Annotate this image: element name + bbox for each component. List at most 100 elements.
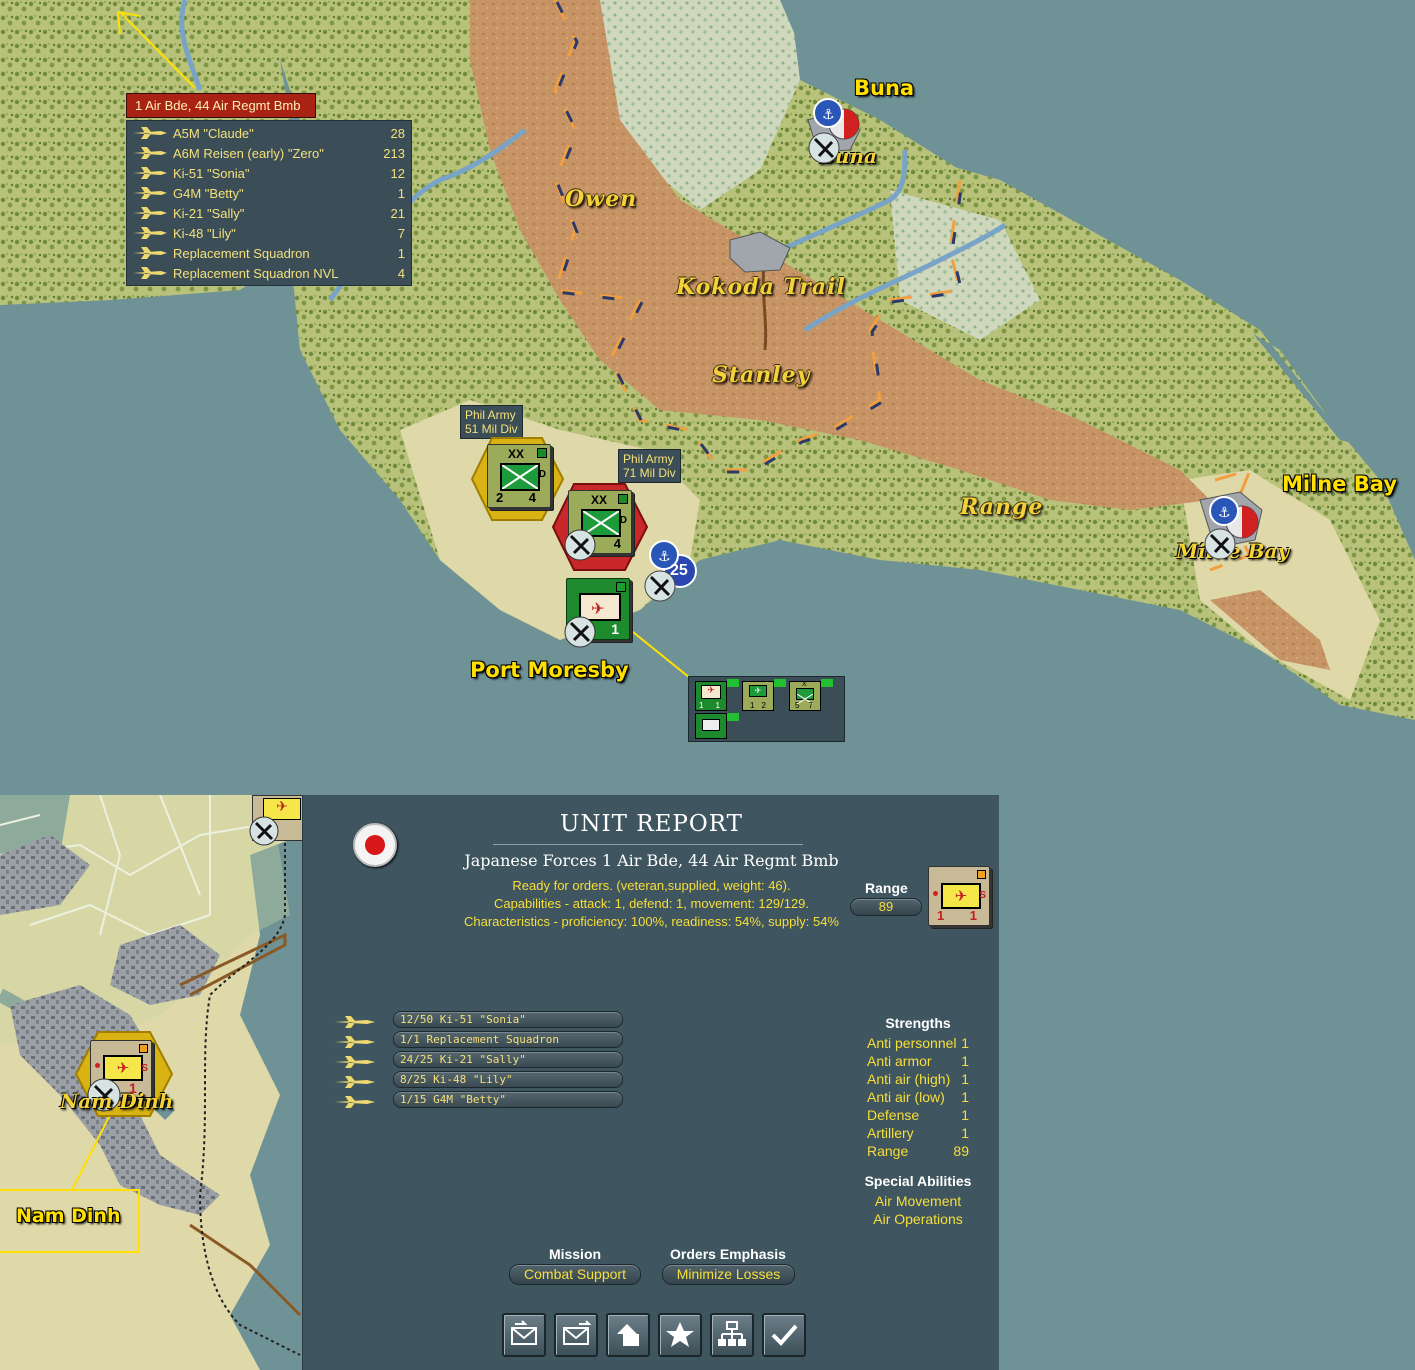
air-popup-row: G4M "Betty" 1 [131, 183, 405, 203]
status-flag [537, 448, 547, 458]
squadron-row[interactable]: 1/15 G4M "Betty" [333, 1090, 623, 1108]
air-popup-row: A5M "Claude" 28 [131, 123, 405, 143]
strength-row: Anti armor 1 [867, 1053, 969, 1071]
range-value: 89 [850, 898, 922, 916]
airfield-icon [563, 615, 597, 649]
milne-bay-base-marker[interactable]: ⚓ [1200, 492, 1266, 562]
empty-area [999, 795, 1415, 1370]
stack-unit-3[interactable]: X 5 7 [789, 681, 821, 711]
terrain-label-stanley: Stanley [712, 362, 811, 388]
stack-popup[interactable]: ✈ 1 1 ✈ 1 2 X 5 7 [688, 676, 845, 742]
air-icon: ✈ [749, 685, 767, 697]
air-value: 1 [611, 621, 619, 637]
unit-tag-phil-51: Phil Army 51 Mil Div [460, 405, 523, 439]
stack-unit-4[interactable] [695, 713, 727, 739]
orders-emphasis-label: Orders Emphasis [670, 1246, 786, 1262]
port-number: 25 [670, 562, 688, 579]
aircraft-name: Replacement Squadron NVL [173, 265, 339, 281]
aircraft-name: Replacement Squadron [173, 245, 310, 261]
unit-shape-icon [617, 1324, 639, 1346]
supply-dot [95, 1063, 100, 1068]
nam-dinh-label-box[interactable]: Nam Dinh [0, 1189, 140, 1253]
aircraft-name: Ki-48 "Lily" [173, 225, 236, 241]
aircraft-count: 21 [390, 205, 405, 221]
mission-dropdown[interactable]: Combat Support [509, 1264, 641, 1285]
squadron-row[interactable]: 24/25 Ki-21 "Sally" [333, 1050, 623, 1068]
mail-out-icon [511, 1320, 537, 1345]
unit-size: XX [508, 447, 525, 461]
star-button[interactable] [658, 1313, 702, 1357]
plane-icon [131, 167, 169, 179]
report-characteristics: Characteristics - proficiency: 100%, rea… [463, 914, 839, 929]
plane-icon [333, 1013, 377, 1028]
report-title: UNIT REPORT [560, 811, 743, 837]
strengths-list: Anti personnel 1 Anti armor 1 Anti air (high… [867, 1035, 969, 1161]
aircraft-count: 4 [397, 265, 405, 281]
squadron-row[interactable]: 8/25 Ki-48 "Lily" [333, 1070, 623, 1088]
flag-icon [727, 679, 739, 687]
unit-tag-phil-71: Phil Army 71 Mil Div [618, 449, 681, 483]
mail-out-button[interactable] [502, 1313, 546, 1357]
stack-a: 1 [750, 701, 755, 710]
title-divider [493, 844, 803, 845]
air-units-popup[interactable]: 1 Air Bde, 44 Air Regmt Bmb A5M "Claude"… [126, 93, 412, 286]
place-label-buna[interactable]: Buna [854, 76, 914, 100]
air-popup-row: Ki-21 "Sally" 21 [131, 203, 405, 223]
squadron-row[interactable]: 12/50 Ki-51 "Sonia" [333, 1010, 623, 1028]
orders-emphasis-dropdown[interactable]: Minimize Losses [662, 1264, 795, 1285]
strength-value: 1 [961, 1071, 969, 1087]
strength-row: Anti air (high) 1 [867, 1071, 969, 1089]
stack-unit-2[interactable]: ✈ 1 2 [742, 681, 774, 711]
stack-unit-air[interactable]: ✈ 1 1 [695, 681, 727, 711]
special-ability-0: Air Movement [874, 1193, 962, 1209]
confirm-button[interactable] [762, 1313, 806, 1357]
strength-value: 1 [961, 1053, 969, 1069]
aircraft-count: 12 [390, 165, 405, 181]
report-unit-counter[interactable]: ✈ S 1 1 [928, 866, 990, 926]
stack-b: 7 [808, 701, 813, 710]
plane-icon [131, 207, 169, 219]
unit-report-panel: UNIT REPORT Japanese Forces 1 Air Bde, 4… [302, 795, 1000, 1370]
unit-size: XX [591, 493, 608, 507]
svg-text:⚓: ⚓ [1218, 505, 1231, 521]
mail-send-button[interactable] [554, 1313, 598, 1357]
aircraft-name: G4M "Betty" [173, 185, 244, 201]
place-label-milne-bay[interactable]: Milne Bay [1282, 472, 1397, 496]
plane-icon [333, 1093, 377, 1108]
top-map-view[interactable]: Owen Kokoda Trail Stanley Range Buna Bun… [0, 0, 1415, 745]
flag-icon [727, 713, 739, 721]
status-flag [977, 870, 986, 879]
strength-label: Defense [867, 1107, 920, 1123]
checkmark-icon [771, 1324, 798, 1346]
buna-base-marker[interactable]: ⚓ [806, 98, 866, 166]
strength-row: Artillery 1 [867, 1125, 969, 1143]
terrain-label-kokoda: Kokoda Trail [676, 274, 846, 300]
org-chart-button[interactable] [710, 1313, 754, 1357]
defend-value: 4 [528, 490, 536, 505]
aircraft-count: 7 [397, 225, 405, 241]
place-label-port-moresby[interactable]: Port Moresby [470, 658, 629, 682]
strength-value: 1 [961, 1089, 969, 1105]
strength-value: 1 [961, 1107, 969, 1123]
supply-dot [933, 891, 938, 896]
squadron-bar: 12/50 Ki-51 "Sonia" [393, 1010, 623, 1028]
squadron-row[interactable]: 1/1 Replacement Squadron [333, 1030, 623, 1048]
aircraft-name: A5M "Claude" [173, 125, 254, 141]
air-icon: ✈ [701, 685, 721, 699]
moresby-port-marker[interactable]: ⚓ 25 [644, 538, 700, 602]
attack-value: 2 [496, 490, 504, 505]
mail-send-icon [563, 1320, 591, 1345]
plane-icon [131, 187, 169, 199]
place-label-nam-dinh: Nam Dinh [16, 1205, 121, 1227]
unit-counter-phil-51[interactable]: XX D 2 4 [487, 444, 551, 508]
unit-type: S [141, 1063, 148, 1074]
strength-label: Range [867, 1143, 909, 1159]
unit-shape-button[interactable] [606, 1313, 650, 1357]
infantry-icon [500, 463, 540, 491]
squadron-bar: 1/15 G4M "Betty" [393, 1090, 623, 1108]
air-popup-header: 1 Air Bde, 44 Air Regmt Bmb [126, 93, 316, 118]
bottom-map-view[interactable]: ✈ ✈ S 1 Nam Dinh Nam Dinh [0, 795, 302, 1370]
plane-icon [131, 127, 169, 139]
stack-b: 1 [715, 701, 720, 710]
strengths-title: Strengths [885, 1015, 951, 1031]
